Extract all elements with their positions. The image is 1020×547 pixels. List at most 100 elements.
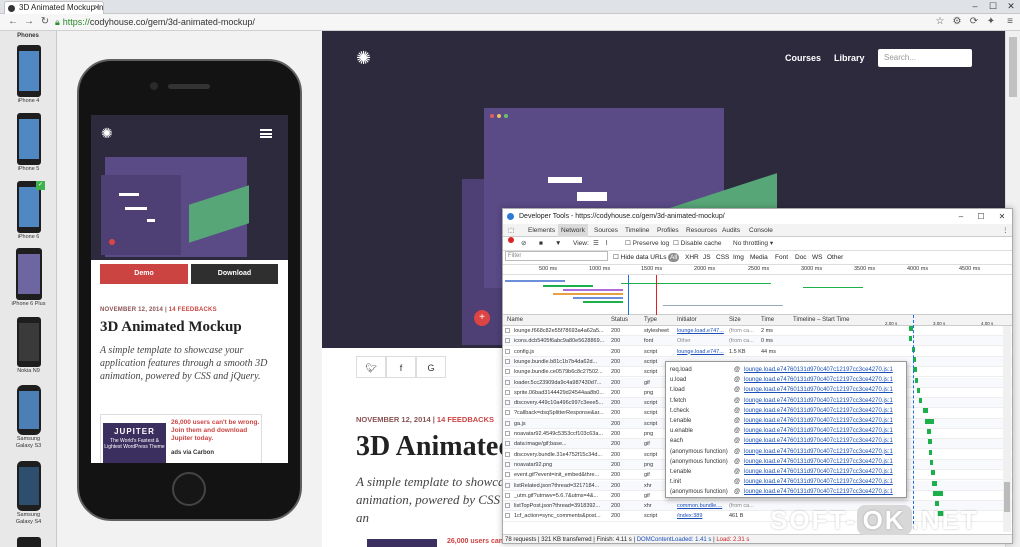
source-link[interactable]: lounge.load.e74760131d970c407c12197cc3ce… xyxy=(744,457,893,467)
star-icon[interactable]: ☆ xyxy=(933,15,947,29)
filter-font[interactable]: Font xyxy=(775,251,788,265)
request-name[interactable]: icons.dcb5405f6abc9a80e5628869... xyxy=(514,336,609,346)
device-iphone6[interactable]: iPhone 6 ✓ xyxy=(0,181,56,241)
reload-icon[interactable]: ↻ xyxy=(38,15,52,29)
minimize-icon[interactable]: – xyxy=(951,209,971,224)
list-view-icon[interactable]: ☰ xyxy=(593,237,599,251)
google-share-icon[interactable]: G xyxy=(416,356,446,378)
ad-text[interactable]: 26,000 users can't be wrong. Join them a… xyxy=(171,419,261,443)
facebook-share-icon[interactable]: f xyxy=(386,356,416,378)
clear-icon[interactable]: ⊘ xyxy=(521,237,526,251)
filter-doc[interactable]: Doc xyxy=(795,251,807,265)
menu-icon[interactable]: ≡ xyxy=(1003,15,1017,29)
col-name[interactable]: Name xyxy=(507,315,523,326)
maximize-icon[interactable]: ☐ xyxy=(984,0,1002,13)
source-link[interactable]: lounge.load.e74760131d970c407c12197cc3ce… xyxy=(744,385,893,395)
more-icon[interactable]: ⋮ xyxy=(999,224,1012,237)
device-iphone5[interactable]: iPhone 5 xyxy=(0,113,56,173)
filter-ws[interactable]: WS xyxy=(812,251,822,265)
tab-sources[interactable]: Sources xyxy=(591,224,621,237)
col-size[interactable]: Size xyxy=(729,315,741,326)
table-row[interactable]: config.js 200 script lounge.load.e747... 1.5… xyxy=(503,346,1012,357)
record-icon[interactable] xyxy=(508,237,514,243)
request-name[interactable]: ga.js xyxy=(514,419,609,429)
preserve-log-checkbox[interactable]: ☐ Preserve log xyxy=(625,237,669,251)
device-nokian9[interactable]: Nokia N9 xyxy=(0,317,56,375)
col-time[interactable]: Time xyxy=(761,315,774,326)
filter-all[interactable]: All xyxy=(668,253,680,262)
sync-icon[interactable]: ⟳ xyxy=(967,15,981,29)
device-next[interactable] xyxy=(0,537,56,547)
request-name[interactable]: noavatar92.4549c5353ccf103c63a... xyxy=(514,429,609,439)
request-initiator[interactable]: lounge.load.e747... xyxy=(677,326,727,336)
source-link[interactable]: lounge.load.e74760131d970c407c12197cc3ce… xyxy=(744,477,893,487)
bug-logo-icon[interactable]: ✺ xyxy=(356,48,371,69)
source-link[interactable]: lounge.load.e74760131d970c407c12197cc3ce… xyxy=(744,365,893,375)
ad-image[interactable] xyxy=(367,539,437,547)
close-icon[interactable]: ✕ xyxy=(992,209,1012,224)
request-name[interactable]: 1cf_action=sync_comments&post... xyxy=(514,511,609,521)
phone-screen[interactable]: ✺ Demo Download NOVEMBER 12, 2014 | 14 F… xyxy=(91,115,288,463)
close-window-icon[interactable]: ✕ xyxy=(1002,0,1020,13)
source-link[interactable]: lounge.load.e74760131d970c407c12197cc3ce… xyxy=(744,447,893,457)
filter-xhr[interactable]: XHR xyxy=(685,251,699,265)
request-name[interactable]: data:image/gif;base... xyxy=(514,439,609,449)
request-name[interactable]: loader.5cc23909da9c4a987430d7... xyxy=(514,378,609,388)
minimize-icon[interactable]: – xyxy=(966,0,984,13)
device-iphone4[interactable]: iPhone 4 xyxy=(0,45,56,105)
tab-audits[interactable]: Audits xyxy=(719,224,743,237)
inspect-icon[interactable]: ⬚ xyxy=(505,224,517,237)
request-name[interactable]: lounge.bundle.b81c1b7b4da62d... xyxy=(514,357,609,367)
tab-network[interactable]: Network xyxy=(558,224,588,237)
request-name[interactable]: config.js xyxy=(514,347,609,357)
request-initiator[interactable]: Other xyxy=(677,336,727,346)
request-name[interactable]: listRelated.json?thread=3217184... xyxy=(514,481,609,491)
source-link[interactable]: lounge.load.e74760131d970c407c12197cc3ce… xyxy=(744,416,893,426)
throttle-select[interactable]: No throttling ▾ xyxy=(733,237,773,251)
feedbacks-link[interactable]: 14 FEEDBACKS xyxy=(437,415,494,424)
gear-icon[interactable]: ⚙ xyxy=(950,15,964,29)
col-timeline[interactable]: Timeline – Start Time xyxy=(793,315,849,326)
filter-js[interactable]: JS xyxy=(703,251,711,265)
filter-other[interactable]: Other xyxy=(827,251,843,265)
request-name[interactable]: event.gif?event=init_embed&thre... xyxy=(514,470,609,480)
bug-logo-icon[interactable]: ✺ xyxy=(101,125,113,142)
device-iphone6plus[interactable]: iPhone 6 Plus xyxy=(0,248,56,308)
request-initiator[interactable]: common.bundle.... xyxy=(677,501,727,511)
hamburger-menu-icon[interactable] xyxy=(260,129,272,138)
twitter-share-icon[interactable]: 🐦︎ xyxy=(356,356,386,378)
device-galaxys3[interactable]: Samsung Galaxy S3 xyxy=(0,385,56,450)
source-link[interactable]: lounge.load.e74760131d970c407c12197cc3ce… xyxy=(744,436,893,446)
request-name[interactable]: discovery.bundle.31e4752f15c34d... xyxy=(514,450,609,460)
request-name[interactable]: ?callback=dsqSplitterResponse&ar... xyxy=(514,408,609,418)
camera-icon[interactable]: ■ xyxy=(539,237,543,251)
table-row[interactable]: icons.dcb5405f6abc9a80e5628869... 200 font… xyxy=(503,336,1012,347)
request-name[interactable]: noavatar92.png xyxy=(514,460,609,470)
request-name[interactable]: discovery.449c10a496c997c3eee5... xyxy=(514,398,609,408)
url-input[interactable]: 🔒︎ https://codyhouse.co/gem/3d-animated-m… xyxy=(55,16,945,28)
request-name[interactable]: lounge.f668c82e55f78693a4a62a5... xyxy=(514,326,609,336)
ad-image[interactable]: JUPITER The World's Fastest & Lightest Wo… xyxy=(103,423,166,463)
request-name[interactable]: lounge.bundle.ce0579b6c8c27502... xyxy=(514,367,609,377)
source-link[interactable]: lounge.load.e74760131d970c407c12197cc3ce… xyxy=(744,467,893,477)
request-initiator[interactable]: /index:389 xyxy=(677,511,727,521)
request-name[interactable]: sprite.06bad3144429d24544aa8b0... xyxy=(514,388,609,398)
tab-elements[interactable]: Elements xyxy=(525,224,558,237)
filter-img[interactable]: Img xyxy=(733,251,744,265)
close-tab-icon[interactable]: ✕ xyxy=(93,2,100,14)
tab-timeline[interactable]: Timeline xyxy=(622,224,652,237)
mobile-ad[interactable]: JUPITER The World's Fastest & Lightest Wo… xyxy=(100,414,262,463)
download-button[interactable]: Download xyxy=(191,264,278,284)
table-row[interactable]: lounge.f668c82e55f78693a4a62a5... 200 styl… xyxy=(503,326,1012,337)
overview-icon[interactable]: ⌇ xyxy=(605,237,608,251)
device-galaxys4[interactable]: Samsung Galaxy S4 xyxy=(0,461,56,526)
tab-resources[interactable]: Resources xyxy=(683,224,720,237)
maximize-icon[interactable]: ☐ xyxy=(971,209,991,224)
filter-input[interactable]: Filter xyxy=(505,251,608,261)
col-type[interactable]: Type xyxy=(644,315,657,326)
disable-cache-checkbox[interactable]: ☐ Disable cache xyxy=(673,237,721,251)
request-initiator[interactable]: lounge.load.e747... xyxy=(677,347,727,357)
filter-icon[interactable]: ▼ xyxy=(555,237,561,251)
demo-button[interactable]: Demo xyxy=(100,264,188,284)
browser-tab[interactable]: 3D Animated Mockup in CSS ✕ xyxy=(4,1,104,14)
